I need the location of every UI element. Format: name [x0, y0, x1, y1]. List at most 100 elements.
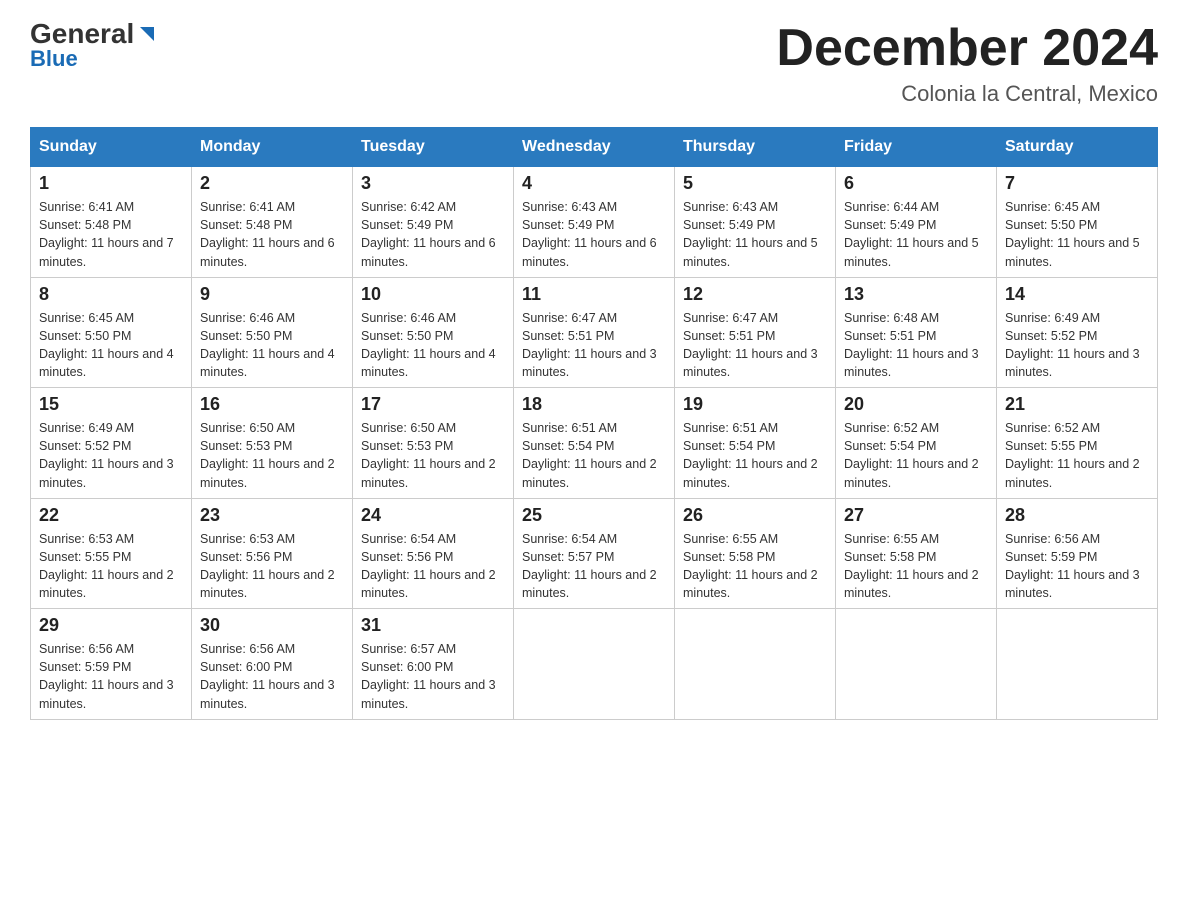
- calendar-cell: 25Sunrise: 6:54 AMSunset: 5:57 PMDayligh…: [514, 498, 675, 609]
- calendar-cell: 13 Sunrise: 6:48 AMSunset: 5:51 PMDayligh…: [836, 277, 997, 388]
- header-monday: Monday: [192, 128, 353, 167]
- day-number: 17: [361, 394, 505, 415]
- calendar-cell: 16 Sunrise: 6:50 AMSunset: 5:53 PMDayligh…: [192, 388, 353, 499]
- day-info: Sunrise: 6:44 AMSunset: 5:49 PMDaylight:…: [844, 198, 988, 271]
- day-info: Sunrise: 6:46 AMSunset: 5:50 PMDaylight:…: [361, 309, 505, 382]
- calendar-cell: [836, 609, 997, 720]
- day-info: Sunrise: 6:55 AMSunset: 5:58 PMDaylight:…: [683, 530, 827, 603]
- calendar-table: SundayMondayTuesdayWednesdayThursdayFrid…: [30, 127, 1158, 720]
- day-number: 22: [39, 505, 183, 526]
- month-year-title: December 2024: [776, 20, 1158, 77]
- day-number: 18: [522, 394, 666, 415]
- day-info: Sunrise: 6:47 AMSunset: 5:51 PMDaylight:…: [683, 309, 827, 382]
- calendar-cell: 10 Sunrise: 6:46 AMSunset: 5:50 PMDayligh…: [353, 277, 514, 388]
- header-sunday: Sunday: [31, 128, 192, 167]
- day-number: 4: [522, 173, 666, 194]
- day-number: 7: [1005, 173, 1149, 194]
- day-number: 3: [361, 173, 505, 194]
- day-number: 6: [844, 173, 988, 194]
- day-info: Sunrise: 6:45 AMSunset: 5:50 PMDaylight:…: [39, 309, 183, 382]
- calendar-cell: 17 Sunrise: 6:50 AMSunset: 5:53 PMDayligh…: [353, 388, 514, 499]
- day-info: Sunrise: 6:51 AMSunset: 5:54 PMDaylight:…: [683, 419, 827, 492]
- day-number: 16: [200, 394, 344, 415]
- week-row-5: 29 Sunrise: 6:56 AMSunset: 5:59 PMDayligh…: [31, 609, 1158, 720]
- day-number: 2: [200, 173, 344, 194]
- page-header: General Blue December 2024 Colonia la Ce…: [30, 20, 1158, 107]
- day-number: 15: [39, 394, 183, 415]
- calendar-cell: 2 Sunrise: 6:41 AMSunset: 5:48 PMDaylight…: [192, 167, 353, 278]
- calendar-cell: 27Sunrise: 6:55 AMSunset: 5:58 PMDayligh…: [836, 498, 997, 609]
- day-number: 30: [200, 615, 344, 636]
- day-number: 10: [361, 284, 505, 305]
- week-row-4: 22 Sunrise: 6:53 AMSunset: 5:55 PMDayligh…: [31, 498, 1158, 609]
- calendar-header-row: SundayMondayTuesdayWednesdayThursdayFrid…: [31, 128, 1158, 167]
- day-number: 25: [522, 505, 666, 526]
- logo: General Blue: [30, 20, 158, 72]
- calendar-cell: 30 Sunrise: 6:56 AMSunset: 6:00 PMDayligh…: [192, 609, 353, 720]
- calendar-cell: [675, 609, 836, 720]
- day-info: Sunrise: 6:43 AMSunset: 5:49 PMDaylight:…: [522, 198, 666, 271]
- calendar-cell: 5Sunrise: 6:43 AMSunset: 5:49 PMDaylight…: [675, 167, 836, 278]
- day-info: Sunrise: 6:56 AMSunset: 6:00 PMDaylight:…: [200, 640, 344, 713]
- day-number: 23: [200, 505, 344, 526]
- calendar-cell: 23Sunrise: 6:53 AMSunset: 5:56 PMDayligh…: [192, 498, 353, 609]
- day-number: 14: [1005, 284, 1149, 305]
- header-wednesday: Wednesday: [514, 128, 675, 167]
- day-info: Sunrise: 6:54 AMSunset: 5:56 PMDaylight:…: [361, 530, 505, 603]
- calendar-cell: 26 Sunrise: 6:55 AMSunset: 5:58 PMDayligh…: [675, 498, 836, 609]
- day-info: Sunrise: 6:43 AMSunset: 5:49 PMDaylight:…: [683, 198, 827, 271]
- day-number: 9: [200, 284, 344, 305]
- calendar-cell: 6 Sunrise: 6:44 AMSunset: 5:49 PMDaylight…: [836, 167, 997, 278]
- header-friday: Friday: [836, 128, 997, 167]
- week-row-2: 8 Sunrise: 6:45 AMSunset: 5:50 PMDaylight…: [31, 277, 1158, 388]
- header-tuesday: Tuesday: [353, 128, 514, 167]
- calendar-cell: 20 Sunrise: 6:52 AMSunset: 5:54 PMDayligh…: [836, 388, 997, 499]
- title-area: December 2024 Colonia la Central, Mexico: [776, 20, 1158, 107]
- day-info: Sunrise: 6:45 AMSunset: 5:50 PMDaylight:…: [1005, 198, 1149, 271]
- calendar-cell: 3Sunrise: 6:42 AMSunset: 5:49 PMDaylight…: [353, 167, 514, 278]
- day-number: 31: [361, 615, 505, 636]
- location-subtitle: Colonia la Central, Mexico: [776, 81, 1158, 107]
- calendar-cell: [997, 609, 1158, 720]
- calendar-cell: 29 Sunrise: 6:56 AMSunset: 5:59 PMDayligh…: [31, 609, 192, 720]
- day-number: 20: [844, 394, 988, 415]
- calendar-cell: 11Sunrise: 6:47 AMSunset: 5:51 PMDayligh…: [514, 277, 675, 388]
- calendar-cell: 21Sunrise: 6:52 AMSunset: 5:55 PMDayligh…: [997, 388, 1158, 499]
- day-number: 11: [522, 284, 666, 305]
- calendar-cell: 8 Sunrise: 6:45 AMSunset: 5:50 PMDaylight…: [31, 277, 192, 388]
- day-number: 12: [683, 284, 827, 305]
- day-number: 29: [39, 615, 183, 636]
- calendar-cell: 18 Sunrise: 6:51 AMSunset: 5:54 PMDayligh…: [514, 388, 675, 499]
- calendar-cell: 24 Sunrise: 6:54 AMSunset: 5:56 PMDayligh…: [353, 498, 514, 609]
- logo-general-text: General: [30, 20, 134, 48]
- day-info: Sunrise: 6:56 AMSunset: 5:59 PMDaylight:…: [1005, 530, 1149, 603]
- calendar-cell: [514, 609, 675, 720]
- calendar-cell: 4 Sunrise: 6:43 AMSunset: 5:49 PMDaylight…: [514, 167, 675, 278]
- calendar-cell: 7 Sunrise: 6:45 AMSunset: 5:50 PMDaylight…: [997, 167, 1158, 278]
- header-saturday: Saturday: [997, 128, 1158, 167]
- day-info: Sunrise: 6:56 AMSunset: 5:59 PMDaylight:…: [39, 640, 183, 713]
- calendar-cell: 15 Sunrise: 6:49 AMSunset: 5:52 PMDayligh…: [31, 388, 192, 499]
- day-info: Sunrise: 6:41 AMSunset: 5:48 PMDaylight:…: [39, 198, 183, 271]
- day-info: Sunrise: 6:53 AMSunset: 5:55 PMDaylight:…: [39, 530, 183, 603]
- day-info: Sunrise: 6:50 AMSunset: 5:53 PMDaylight:…: [200, 419, 344, 492]
- logo-blue-text: Blue: [30, 46, 78, 72]
- calendar-cell: 9Sunrise: 6:46 AMSunset: 5:50 PMDaylight…: [192, 277, 353, 388]
- calendar-cell: 19 Sunrise: 6:51 AMSunset: 5:54 PMDayligh…: [675, 388, 836, 499]
- day-info: Sunrise: 6:52 AMSunset: 5:54 PMDaylight:…: [844, 419, 988, 492]
- day-number: 19: [683, 394, 827, 415]
- calendar-cell: 31Sunrise: 6:57 AMSunset: 6:00 PMDayligh…: [353, 609, 514, 720]
- day-number: 27: [844, 505, 988, 526]
- day-number: 24: [361, 505, 505, 526]
- day-number: 26: [683, 505, 827, 526]
- day-info: Sunrise: 6:41 AMSunset: 5:48 PMDaylight:…: [200, 198, 344, 271]
- day-number: 8: [39, 284, 183, 305]
- day-info: Sunrise: 6:48 AMSunset: 5:51 PMDaylight:…: [844, 309, 988, 382]
- day-info: Sunrise: 6:51 AMSunset: 5:54 PMDaylight:…: [522, 419, 666, 492]
- day-info: Sunrise: 6:50 AMSunset: 5:53 PMDaylight:…: [361, 419, 505, 492]
- day-number: 13: [844, 284, 988, 305]
- week-row-3: 15 Sunrise: 6:49 AMSunset: 5:52 PMDayligh…: [31, 388, 1158, 499]
- calendar-cell: 14Sunrise: 6:49 AMSunset: 5:52 PMDayligh…: [997, 277, 1158, 388]
- day-number: 1: [39, 173, 183, 194]
- day-info: Sunrise: 6:49 AMSunset: 5:52 PMDaylight:…: [39, 419, 183, 492]
